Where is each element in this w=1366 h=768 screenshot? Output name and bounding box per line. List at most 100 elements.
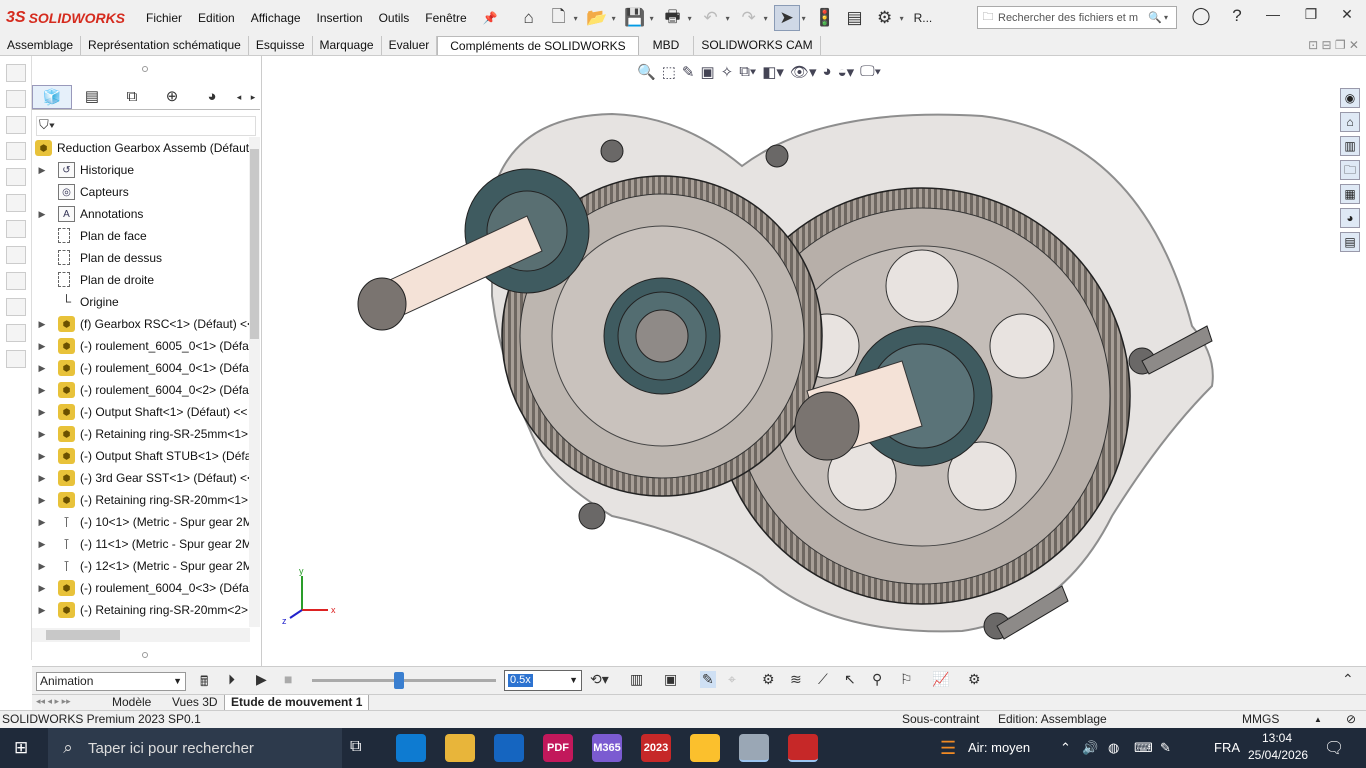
file-explorer-icon[interactable]: 🗀 [1340,160,1360,180]
tree-item[interactable]: ▶ ⊺ (-) 11<1> (Metric - Spur gear 2M [32,533,250,555]
search-input[interactable]: Rechercher des fichiers et m [998,12,1146,24]
tree-vertical-scrollbar[interactable] [249,137,260,627]
expand-arrow-icon[interactable]: ▶ [36,203,48,225]
graphics-area[interactable]: 🔍 ⬚ ✎ ▣ ✧ ⧉▾ ◧▾ 👁▾ ◕ ◒▾ 🖵▾ y x z [262,56,1336,666]
tab-vues-3d[interactable]: Vues 3D [166,695,224,711]
taskbar-app-icon[interactable] [739,734,769,762]
gravity-icon[interactable]: ⚐ [900,671,913,688]
taskbar-app-icon[interactable] [445,734,475,762]
traffic-light-icon[interactable]: 🚦 [812,5,838,31]
panel-bottom-splitter-handle[interactable] [142,652,148,658]
tree-item[interactable]: ▶ ⬢ (-) 3rd Gear SST<1> (Défaut) << [32,467,250,489]
open-dropdown-icon[interactable]: ▾ [612,14,620,23]
tool-icon-3[interactable] [6,116,26,134]
tree-filter-icon[interactable]: ⛉▾ [36,116,256,136]
tree-item[interactable]: ▶ ⬢ (-) roulement_6004_0<3> (Défa [32,577,250,599]
design-library-icon[interactable]: ▥ [1340,136,1360,156]
tree-item[interactable]: ▶ ⬢ (-) roulement_6005_0<1> (Défa [32,335,250,357]
windows-start-icon[interactable]: ⊞ [14,738,28,758]
tree-item[interactable]: ▶ A Annotations [32,203,250,225]
expand-arrow-icon[interactable]: ▶ [36,401,48,423]
tool-icon-10[interactable] [6,298,26,316]
new-document-icon[interactable]: 🗋 [546,5,572,31]
help-icon[interactable]: ? [1224,6,1250,30]
panel-splitter-handle[interactable] [142,66,148,72]
clock-date[interactable]: 25/04/2026 [1248,748,1308,762]
tab-marquage[interactable]: Marquage [313,36,382,55]
expand-arrow-icon[interactable]: ▶ [36,511,48,533]
tab-assemblage[interactable]: Assemblage [0,36,82,55]
select-cursor-icon[interactable]: ➤ [773,5,800,31]
print-icon[interactable]: 🖶 [660,5,686,31]
tree-root[interactable]: ⬢ Reduction Gearbox Assemb (Défaut [32,137,250,159]
tree-item[interactable]: ▶ ↺ Historique [32,159,250,181]
menu-fenetre[interactable]: Fenêtre [417,11,474,25]
play-from-start-icon[interactable]: ⏵ [228,671,235,688]
minimize-button[interactable]: — [1258,6,1288,30]
tree-item[interactable]: Plan de face [32,225,250,247]
search-icon[interactable]: 🔍 [1146,11,1164,24]
stop-icon[interactable]: ■ [284,671,292,687]
playback-slider-thumb[interactable] [393,672,404,689]
calculate-icon[interactable]: 🖩 [200,671,208,695]
taskbar-app-icon[interactable] [396,734,426,762]
new-dropdown-icon[interactable]: ▾ [574,14,582,23]
open-folder-icon[interactable]: 📂 [584,5,610,31]
print-dropdown-icon[interactable]: ▾ [688,14,696,23]
spring-icon[interactable]: ≋ [790,671,802,688]
tool-icon-2[interactable] [6,90,26,108]
tab-scroll-left-icon[interactable]: ◂ [232,85,246,109]
notifications-icon[interactable]: 🗨 [1324,738,1344,758]
contact-icon[interactable]: ⚲ [872,671,882,688]
pen-icon[interactable]: ✎ [1160,728,1171,768]
taskbar-search[interactable]: ⌕ Taper ici pour rechercher [48,728,342,768]
taskbar-app-icon[interactable] [494,734,524,762]
tab-modele[interactable]: Modèle [106,695,157,711]
taskbar-app-icon[interactable] [788,734,818,762]
tool-icon-9[interactable] [6,272,26,290]
tab-nav-arrows[interactable]: ◂◂ ◂ ▸ ▸▸ [36,696,71,707]
taskbar-app-icon[interactable]: M365 [592,734,622,762]
menu-insertion[interactable]: Insertion [309,11,371,25]
tab-esquisse[interactable]: Esquisse [249,36,313,55]
tree-scroll-thumb[interactable] [250,149,259,339]
menu-edition[interactable]: Edition [190,11,243,25]
tab-representation-schematique[interactable]: Représentation schématique [81,36,249,55]
volume-icon[interactable]: 🔊 [1082,728,1098,768]
playback-mode-icon[interactable]: ⟲▾ [590,671,609,688]
pin-icon[interactable]: 📌 [475,11,506,25]
results-plots-icon[interactable]: 📈 [932,671,949,688]
tool-icon-4[interactable] [6,142,26,160]
save-animation-icon[interactable]: ▥ [630,671,643,688]
tree-item[interactable]: ▶ ⬢ (-) Retaining ring-SR-25mm<1> [32,423,250,445]
save-dropdown-icon[interactable]: ▾ [650,14,658,23]
dimxpert-tab-icon[interactable]: ⊕ [152,85,192,109]
displaymanager-tab-icon[interactable]: ◕ [192,85,232,109]
search-dropdown-icon[interactable]: ▾ [1164,13,1176,22]
maximize-button[interactable]: ❐ [1296,6,1326,30]
status-bar-options-icon[interactable]: ⊘ [1346,711,1356,728]
tab-evaluer[interactable]: Evaluer [382,36,438,55]
weather-label[interactable]: Air: moyen [968,728,1030,768]
user-account-icon[interactable]: ◯ [1188,6,1214,30]
file-properties-icon[interactable]: ▤ [842,5,868,31]
restore-pane-icon[interactable]: ⊡ ⊟ ❐ ✕ [1301,36,1366,55]
clock-time[interactable]: 13:04 [1262,731,1292,745]
tree-item[interactable]: ▶ ⬢ (-) roulement_6004_0<2> (Défa [32,379,250,401]
menu-affichage[interactable]: Affichage [243,11,309,25]
expand-arrow-icon[interactable]: ▶ [36,599,48,621]
solidworks-resources-icon[interactable]: ◉ [1340,88,1360,108]
appearances-icon[interactable]: ◕ [1340,208,1360,228]
solidworks-logo[interactable]: 3S SOLIDWORKS [0,9,138,27]
units-dropdown-icon[interactable]: ▲ [1314,711,1322,728]
expand-arrow-icon[interactable]: ▶ [36,423,48,445]
menu-outils[interactable]: Outils [371,11,418,25]
tool-icon-12[interactable] [6,350,26,368]
tree-item[interactable]: ◎ Capteurs [32,181,250,203]
tray-overflow-icon[interactable]: ⌃ [1060,728,1071,768]
tree-item[interactable]: ▶ ⬢ (-) Retaining ring-SR-20mm<2> [32,599,250,621]
expand-arrow-icon[interactable]: ▶ [36,313,48,335]
taskbar-app-icon[interactable]: 2023 [641,734,671,762]
tool-icon-7[interactable] [6,220,26,238]
redo-icon[interactable]: ↷ [736,5,762,31]
